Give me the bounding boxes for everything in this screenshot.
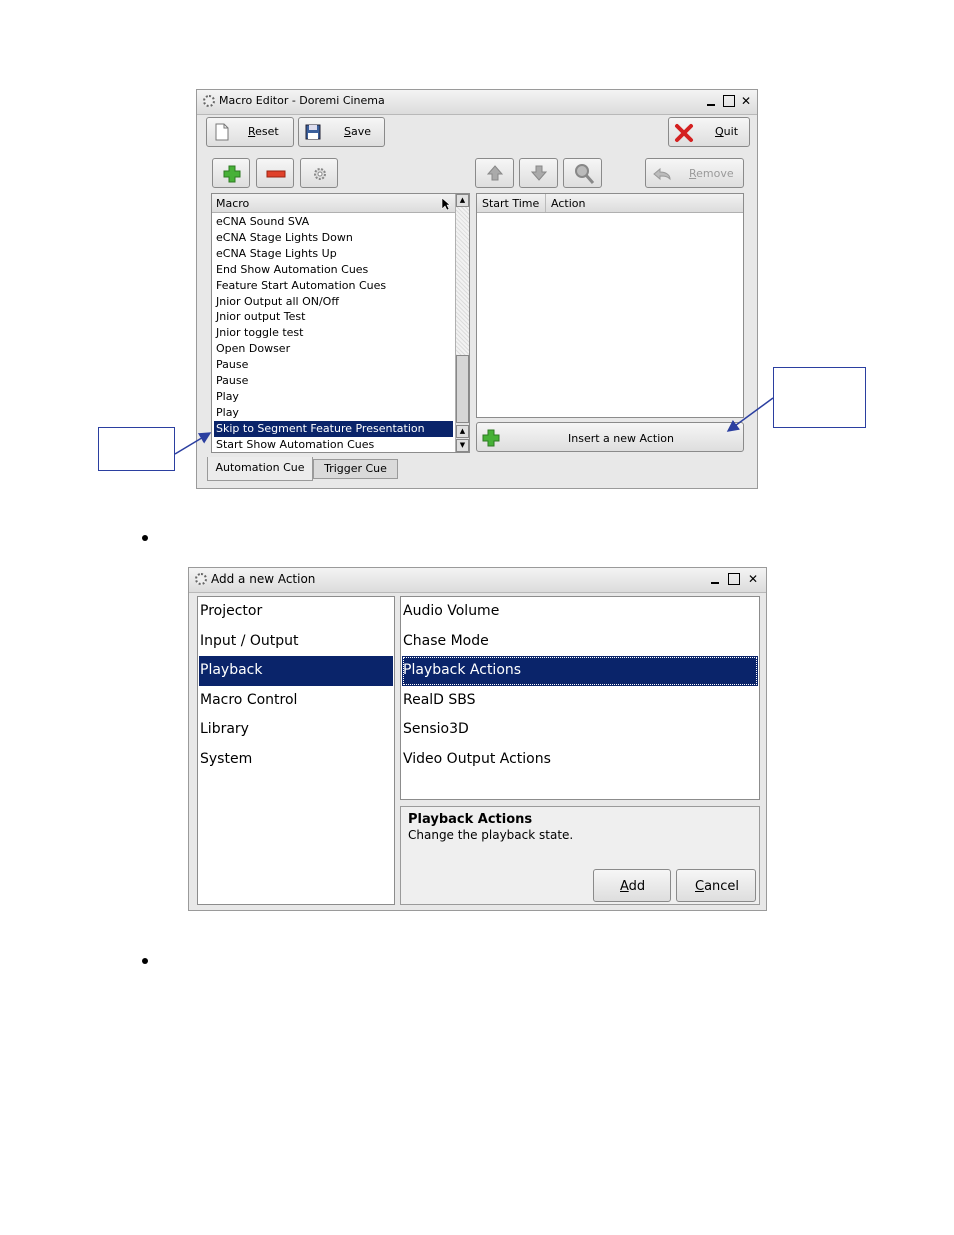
action-item[interactable]: Video Output Actions [402, 745, 758, 775]
bullet-point [142, 535, 148, 541]
minimize-icon[interactable] [709, 573, 721, 585]
bullet-point [142, 958, 148, 964]
cancel-label: Cancel [695, 879, 740, 894]
category-list[interactable]: Projector Input / Output Playback Macro … [197, 596, 395, 905]
category-item[interactable]: Macro Control [199, 686, 393, 716]
action-item[interactable]: Chase Mode [402, 627, 758, 657]
callout-arrows [174, 397, 774, 455]
add-label: Add [620, 879, 646, 894]
dialog-titlebar: Add a new Action ✕ [189, 568, 766, 593]
category-item[interactable]: Input / Output [199, 627, 393, 657]
category-item[interactable]: Projector [199, 597, 393, 627]
action-item[interactable]: RealD SBS [402, 686, 758, 716]
action-item[interactable]: Sensio3D [402, 715, 758, 745]
close-icon[interactable]: ✕ [747, 573, 759, 585]
category-item[interactable]: System [199, 745, 393, 775]
maximize-icon[interactable] [728, 573, 740, 585]
category-item-selected[interactable]: Playback [199, 656, 393, 686]
add-button[interactable]: Add [593, 869, 671, 902]
action-item[interactable]: Audio Volume [402, 597, 758, 627]
description-panel: Playback Actions Change the playback sta… [400, 806, 760, 905]
add-action-dialog: Add a new Action ✕ Projector Input / Out… [188, 567, 767, 911]
app-gear-icon [195, 573, 207, 585]
dialog-title: Add a new Action [211, 572, 316, 586]
description-title: Playback Actions [408, 812, 533, 827]
action-list[interactable]: Audio Volume Chase Mode Playback Actions… [400, 596, 760, 800]
action-item-selected[interactable]: Playback Actions [402, 656, 758, 686]
description-text: Change the playback state. [408, 828, 574, 842]
cancel-button[interactable]: Cancel [676, 869, 756, 902]
category-item[interactable]: Library [199, 715, 393, 745]
